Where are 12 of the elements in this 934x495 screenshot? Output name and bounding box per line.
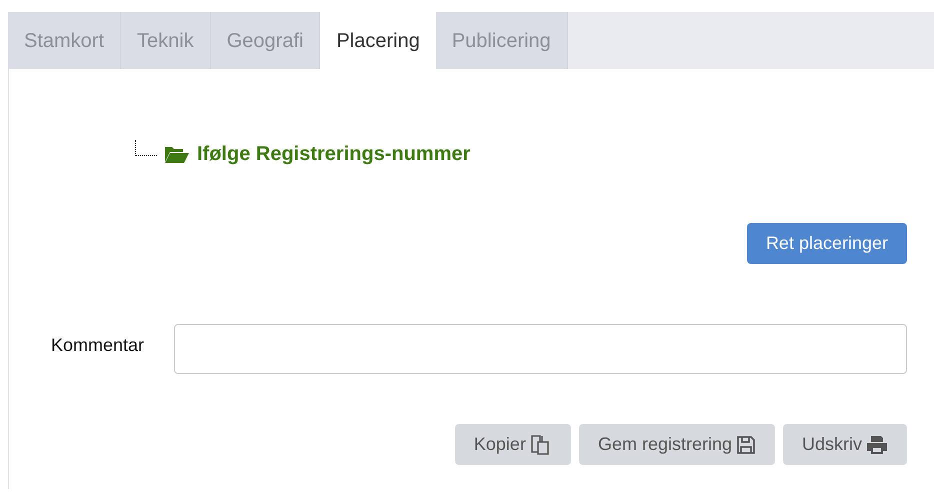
copy-icon (530, 434, 552, 456)
print-button[interactable]: Udskriv (782, 424, 907, 465)
edit-locations-button[interactable]: Ret placeringer (746, 223, 907, 264)
copy-button[interactable]: Kopier (454, 424, 571, 465)
comment-field[interactable] (174, 324, 907, 374)
save-icon (736, 434, 756, 454)
tree-node-label[interactable]: Ifølge Registrerings-nummer (197, 139, 470, 169)
save-button[interactable]: Gem registrering (578, 424, 775, 465)
printer-icon (866, 434, 888, 454)
tab[interactable]: Placering (320, 12, 436, 69)
comment-label: Kommentar (50, 334, 146, 357)
tree-connector (135, 140, 157, 156)
